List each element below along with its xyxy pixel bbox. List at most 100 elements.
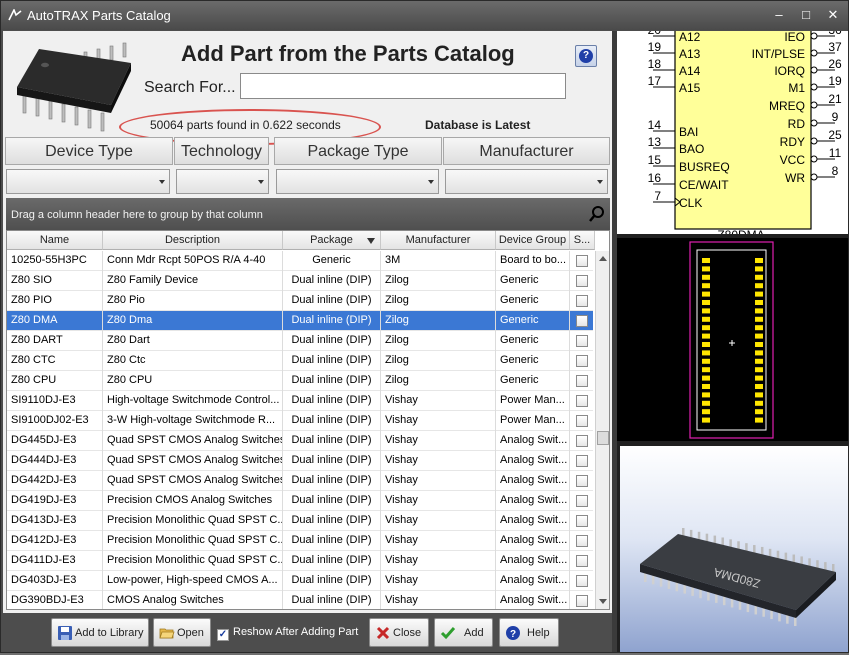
pad <box>702 308 710 314</box>
table-row[interactable]: DG411DJ-E3 Precision Monolithic Quad SPST… <box>7 551 593 571</box>
row-select-checkbox[interactable] <box>576 375 588 387</box>
pad <box>755 291 763 297</box>
filter-header-package-type[interactable]: Package Type <box>274 137 442 165</box>
help-icon-button[interactable]: ? <box>575 45 597 67</box>
scrollbar-thumb[interactable] <box>597 431 609 445</box>
pad <box>702 384 710 389</box>
table-row[interactable]: DG445DJ-E3 Quad SPST CMOS Analog Switches… <box>7 431 593 451</box>
cell-manufacturer: Vishay <box>381 511 496 531</box>
table-row[interactable]: DG390BDJ-E3 CMOS Analog Switches Dual inli… <box>7 591 593 609</box>
pin-number: 20 <box>648 31 662 37</box>
column-header-manufacturer[interactable]: Manufacturer <box>381 231 496 250</box>
chip-pin <box>832 564 835 572</box>
table-row[interactable]: Z80 CTC Z80 Ctc Dual inline (DIP) Zilog Gene… <box>7 351 593 371</box>
row-select-checkbox[interactable] <box>576 535 588 547</box>
close-button[interactable]: Close <box>369 618 429 647</box>
cell-name: SI9100DJ02-E3 <box>7 411 103 431</box>
cell-description: High-voltage Switchmode Control... <box>103 391 283 411</box>
column-header-description[interactable]: Description <box>103 231 283 250</box>
pin-name: BAI <box>679 125 698 139</box>
row-select-checkbox[interactable] <box>576 555 588 567</box>
pin-number: 17 <box>648 74 662 88</box>
find-icon[interactable] <box>589 205 605 223</box>
pad <box>702 325 710 331</box>
group-by-panel[interactable]: Drag a column header here to group by th… <box>6 198 610 230</box>
row-select-checkbox[interactable] <box>576 475 588 487</box>
table-row[interactable]: Z80 PIO Z80 Pio Dual inline (DIP) Zilog Gene… <box>7 291 593 311</box>
inversion-bubble-icon <box>810 49 818 57</box>
chevron-down-icon <box>258 180 264 184</box>
row-select-checkbox[interactable] <box>576 595 588 607</box>
search-input[interactable] <box>240 73 566 99</box>
column-header-select[interactable]: S... <box>570 231 595 250</box>
table-row[interactable]: DG403DJ-E3 Low-power, High-speed CMOS A..… <box>7 571 593 591</box>
table-row[interactable]: Z80 SIO Z80 Family Device Dual inline (DIP… <box>7 271 593 291</box>
table-row[interactable]: DG442DJ-E3 Quad SPST CMOS Analog Switches… <box>7 471 593 491</box>
table-row[interactable]: Z80 CPU Z80 CPU Dual inline (DIP) Zilog Gene… <box>7 371 593 391</box>
chip-pin <box>808 558 811 567</box>
package-type-dropdown[interactable] <box>276 169 439 194</box>
add-button[interactable]: Add <box>434 618 493 647</box>
chevron-down-icon <box>428 180 434 184</box>
cell-description: Z80 Dma <box>103 311 283 331</box>
table-row[interactable]: Z80 DART Z80 Dart Dual inline (DIP) Zilog Ge… <box>7 331 593 351</box>
row-select-checkbox[interactable] <box>576 355 588 367</box>
help-button[interactable]: ? Help <box>499 618 559 647</box>
cell-manufacturer: Vishay <box>381 431 496 451</box>
table-row[interactable]: DG413DJ-E3 Precision Monolithic Quad SPST… <box>7 511 593 531</box>
table-row[interactable]: DG412DJ-E3 Precision Monolithic Quad SPST… <box>7 531 593 551</box>
scroll-up-icon[interactable] <box>599 256 607 261</box>
cell-group: Analog Swit... <box>496 531 570 551</box>
technology-dropdown[interactable] <box>176 169 269 194</box>
reshow-checkbox[interactable]: ✓ Reshow After Adding Part <box>217 626 358 641</box>
row-select-checkbox[interactable] <box>576 275 588 287</box>
filter-header-device-type[interactable]: Device Type <box>5 137 173 165</box>
row-select-checkbox[interactable] <box>576 255 588 267</box>
cell-group: Analog Swit... <box>496 571 570 591</box>
cell-group: Generic <box>496 271 570 291</box>
row-select-checkbox[interactable] <box>576 335 588 347</box>
cell-manufacturer: 3M <box>381 251 496 271</box>
manufacturer-dropdown[interactable] <box>445 169 608 194</box>
cell-group: Generic <box>496 331 570 351</box>
row-select-checkbox[interactable] <box>576 575 588 587</box>
maximize-button[interactable]: □ <box>796 6 816 24</box>
cell-group: Analog Swit... <box>496 451 570 471</box>
add-to-library-button[interactable]: Add to Library <box>51 618 149 647</box>
open-button[interactable]: Open <box>153 618 211 647</box>
table-row[interactable]: SI9110DJ-E3 High-voltage Switchmode Contr… <box>7 391 593 411</box>
row-select-checkbox[interactable] <box>576 435 588 447</box>
device-type-dropdown[interactable] <box>6 169 170 194</box>
row-select-checkbox[interactable] <box>576 495 588 507</box>
minimize-button[interactable]: – <box>769 6 789 24</box>
scroll-down-icon[interactable] <box>599 599 607 604</box>
filter-header-technology[interactable]: Technology <box>174 137 269 165</box>
pad <box>702 274 710 280</box>
pad <box>755 392 763 398</box>
cell-name: Z80 DMA <box>7 311 103 331</box>
table-row[interactable]: 10250-55H3PC Conn Mdr Rcpt 50POS R/A 4-40… <box>7 251 593 271</box>
row-select-checkbox[interactable] <box>576 415 588 427</box>
pad <box>702 258 710 263</box>
close-window-button[interactable]: ✕ <box>823 6 843 24</box>
3d-model-preview: Z80DMA <box>620 446 848 652</box>
grid-vertical-scrollbar[interactable] <box>595 251 609 609</box>
row-select-checkbox[interactable] <box>576 395 588 407</box>
table-row[interactable]: DG444DJ-E3 Quad SPST CMOS Analog Switches… <box>7 451 593 471</box>
row-select-checkbox[interactable] <box>576 315 588 327</box>
column-header-name[interactable]: Name <box>7 231 103 250</box>
column-header-package[interactable]: Package <box>283 231 381 250</box>
cell-name: DG390BDJ-E3 <box>7 591 103 609</box>
row-select-checkbox[interactable] <box>576 515 588 527</box>
chevron-down-icon <box>597 180 603 184</box>
3d-chip-render: Z80DMA <box>640 528 836 626</box>
filter-header-manufacturer[interactable]: Manufacturer <box>443 137 610 165</box>
table-row[interactable]: DG419DJ-E3 Precision CMOS Analog Switches… <box>7 491 593 511</box>
row-select-checkbox[interactable] <box>576 455 588 467</box>
cell-name: SI9110DJ-E3 <box>7 391 103 411</box>
table-row[interactable]: SI9100DJ02-E3 3-W High-voltage Switchmode… <box>7 411 593 431</box>
table-row[interactable]: Z80 DMA Z80 Dma Dual inline (DIP) Zilog Gene… <box>7 311 593 331</box>
column-header-device-group[interactable]: Device Group <box>496 231 570 250</box>
sort-descending-icon <box>367 238 375 244</box>
row-select-checkbox[interactable] <box>576 295 588 307</box>
